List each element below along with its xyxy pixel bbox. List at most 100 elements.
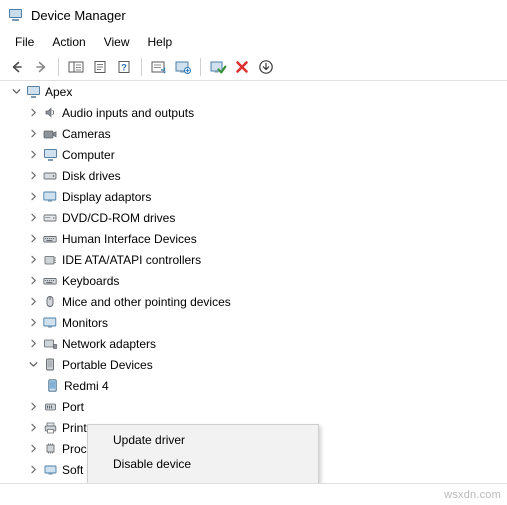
tree-label: Network adapters bbox=[62, 337, 157, 351]
portable-icon bbox=[41, 354, 59, 375]
tree-label: Human Interface Devices bbox=[62, 232, 197, 246]
tree-label-apex: Apex bbox=[45, 85, 73, 99]
tree-row-mice-and-other-pointing-devices[interactable]: Mice and other pointing devices bbox=[0, 291, 507, 312]
show-hide-console-tree-icon[interactable] bbox=[65, 56, 87, 78]
tree-label-redmi-4: Redmi 4 bbox=[64, 379, 109, 393]
tree-label: DVD/CD-ROM drives bbox=[62, 211, 176, 225]
processor-icon bbox=[41, 438, 59, 459]
tree-label: Portable Devices bbox=[62, 358, 153, 372]
menu-help[interactable]: Help bbox=[139, 32, 182, 52]
enable-device-icon[interactable] bbox=[207, 56, 229, 78]
help-icon[interactable]: ? bbox=[113, 56, 135, 78]
tree-label: Computer bbox=[62, 148, 115, 162]
menu-bar: File Action View Help bbox=[0, 30, 507, 53]
chevron-right-icon[interactable] bbox=[25, 102, 41, 123]
chevron-right-icon[interactable] bbox=[25, 144, 41, 165]
software-icon bbox=[41, 459, 59, 480]
chevron-right-icon[interactable] bbox=[25, 459, 41, 480]
toolbar: ? bbox=[0, 53, 507, 81]
chevron-right-icon[interactable] bbox=[25, 123, 41, 144]
chevron-right-icon[interactable] bbox=[25, 249, 41, 270]
chevron-right-icon[interactable] bbox=[25, 396, 41, 417]
tree-row-computer[interactable]: Computer bbox=[0, 144, 507, 165]
back-icon[interactable] bbox=[6, 56, 28, 78]
update-driver-icon[interactable] bbox=[148, 56, 170, 78]
port-icon bbox=[41, 396, 59, 417]
chevron-right-icon[interactable] bbox=[25, 207, 41, 228]
context-menu-item-uninstall-device[interactable]: Uninstall device bbox=[88, 476, 318, 483]
tree-label: Disk drives bbox=[62, 169, 121, 183]
printer-icon bbox=[41, 417, 59, 438]
chevron-down-icon[interactable] bbox=[25, 354, 41, 375]
tree-label: Mice and other pointing devices bbox=[62, 295, 231, 309]
chevron-right-icon[interactable] bbox=[25, 438, 41, 459]
context-menu-item-disable-device[interactable]: Disable device bbox=[88, 452, 318, 476]
device-manager-window: Device Manager File Action View Help ? A… bbox=[0, 0, 507, 505]
uninstall-device-icon[interactable] bbox=[231, 56, 253, 78]
tree-label: Cameras bbox=[62, 127, 111, 141]
disable-device-icon[interactable] bbox=[255, 56, 277, 78]
tree-label: Soft bbox=[62, 463, 84, 477]
camera-icon bbox=[41, 123, 59, 144]
tree-row-audio-inputs-and-outputs[interactable]: Audio inputs and outputs bbox=[0, 102, 507, 123]
computer-icon bbox=[24, 81, 42, 102]
tree-label: Proc bbox=[62, 442, 87, 456]
phone-icon bbox=[43, 375, 61, 396]
chevron-right-icon[interactable] bbox=[25, 291, 41, 312]
toolbar-separator-3 bbox=[200, 57, 201, 76]
tree-row-disk-drives[interactable]: Disk drives bbox=[0, 165, 507, 186]
tree-row-monitors[interactable]: Monitors bbox=[0, 312, 507, 333]
tree-row-cameras[interactable]: Cameras bbox=[0, 123, 507, 144]
tree-row-ports-com-lpt[interactable]: Port bbox=[0, 396, 507, 417]
display-icon bbox=[41, 186, 59, 207]
tree-row-apex[interactable]: Apex bbox=[0, 81, 507, 102]
context-menu[interactable]: Update driver Disable device Uninstall d… bbox=[87, 424, 319, 483]
scan-for-hardware-changes-icon[interactable] bbox=[172, 56, 194, 78]
chevron-right-icon[interactable] bbox=[25, 165, 41, 186]
forward-icon[interactable] bbox=[30, 56, 52, 78]
menu-action[interactable]: Action bbox=[43, 32, 94, 52]
ide-icon bbox=[41, 249, 59, 270]
toolbar-separator-2 bbox=[141, 57, 142, 76]
window-title: Device Manager bbox=[31, 7, 126, 23]
network-icon bbox=[41, 333, 59, 354]
computer-icon bbox=[41, 144, 59, 165]
keyboard-icon bbox=[41, 270, 59, 291]
chevron-right-icon[interactable] bbox=[25, 312, 41, 333]
chevron-right-icon[interactable] bbox=[25, 333, 41, 354]
tree-label: Display adaptors bbox=[62, 190, 152, 204]
tree-label: IDE ATA/ATAPI controllers bbox=[62, 253, 202, 267]
menu-file[interactable]: File bbox=[6, 32, 43, 52]
tree-row-keyboards[interactable]: Keyboards bbox=[0, 270, 507, 291]
chevron-right-icon[interactable] bbox=[25, 417, 41, 438]
tree-row-portable-devices[interactable]: Portable Devices bbox=[0, 354, 507, 375]
device-tree[interactable]: Apex Audio inputs and outputs Cameras Co… bbox=[0, 81, 507, 483]
menu-view[interactable]: View bbox=[95, 32, 139, 52]
chevron-right-icon[interactable] bbox=[25, 228, 41, 249]
tree-row-display-adaptors[interactable]: Display adaptors bbox=[0, 186, 507, 207]
chevron-right-icon[interactable] bbox=[25, 186, 41, 207]
toolbar-separator-1 bbox=[58, 57, 59, 76]
dvd-icon bbox=[41, 207, 59, 228]
tree-label: Port bbox=[62, 400, 85, 414]
context-menu-item-update-driver[interactable]: Update driver bbox=[88, 428, 318, 452]
tree-label: Print bbox=[62, 421, 87, 435]
tree-row-ide-ata-atapi-controllers[interactable]: IDE ATA/ATAPI controllers bbox=[0, 249, 507, 270]
watermark: wsxdn.com bbox=[444, 489, 501, 501]
tree-row-network-adapters[interactable]: Network adapters bbox=[0, 333, 507, 354]
chevron-right-icon[interactable] bbox=[25, 270, 41, 291]
device-manager-icon bbox=[8, 7, 24, 23]
tree-row-dvd-cd-rom-drives[interactable]: DVD/CD-ROM drives bbox=[0, 207, 507, 228]
status-bar: wsxdn.com bbox=[0, 483, 507, 505]
monitor-icon bbox=[41, 312, 59, 333]
tree-label: Monitors bbox=[62, 316, 109, 330]
properties-icon[interactable] bbox=[89, 56, 111, 78]
mouse-icon bbox=[41, 291, 59, 312]
hid-icon bbox=[41, 228, 59, 249]
tree-label: Keyboards bbox=[62, 274, 120, 288]
svg-text:?: ? bbox=[121, 62, 127, 72]
chevron-down-icon[interactable] bbox=[8, 81, 24, 102]
tree-row-human-interface-devices[interactable]: Human Interface Devices bbox=[0, 228, 507, 249]
disk-icon bbox=[41, 165, 59, 186]
tree-row-redmi-4[interactable]: Redmi 4 bbox=[0, 375, 507, 396]
